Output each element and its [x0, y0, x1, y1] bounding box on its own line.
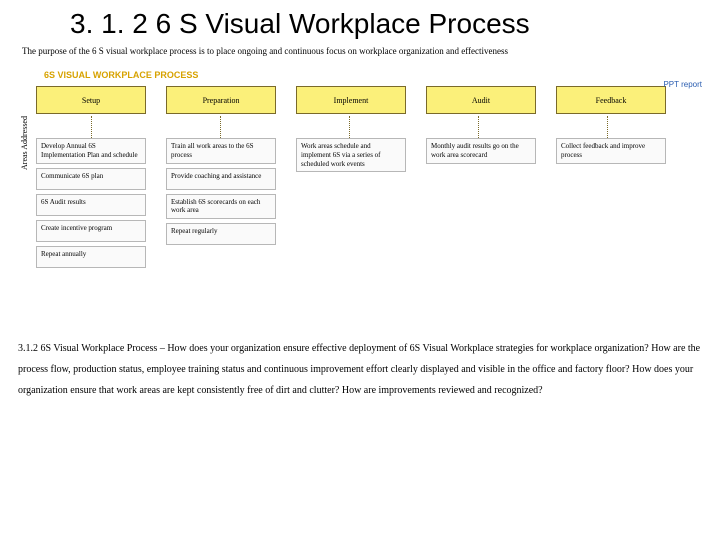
ppt-report-label: PPT report: [663, 80, 702, 89]
col-preparation: Train all work areas to the 6S process P…: [166, 138, 276, 268]
col-audit: Monthly audit results go on the work are…: [426, 138, 536, 268]
stage-row: Setup Preparation Implement Audit Feedba…: [36, 86, 696, 114]
col-feedback: Collect feedback and improve process: [556, 138, 666, 268]
col-implement: Work areas schedule and implement 6S via…: [296, 138, 406, 268]
task-box: 6S Audit results: [36, 194, 146, 216]
bottom-paragraph: 3.1.2 6S Visual Workplace Process – How …: [14, 338, 706, 401]
stage-implement: Implement: [296, 86, 406, 114]
purpose-text: The purpose of the 6 S visual workplace …: [22, 46, 706, 56]
connector-line: [478, 116, 479, 138]
areas-addressed-label: Areas Addressed: [20, 116, 29, 170]
task-box: Create incentive program: [36, 220, 146, 242]
task-box: Establish 6S scorecards on each work are…: [166, 194, 276, 220]
task-box: Train all work areas to the 6S process: [166, 138, 276, 164]
task-box: Work areas schedule and implement 6S via…: [296, 138, 406, 172]
task-box: Collect feedback and improve process: [556, 138, 666, 164]
col-setup: Develop Annual 6S Implementation Plan an…: [36, 138, 146, 268]
page-title: 3. 1. 2 6 S Visual Workplace Process: [70, 8, 706, 40]
task-box: Communicate 6S plan: [36, 168, 146, 190]
stage-feedback: Feedback: [556, 86, 666, 114]
process-title: 6S VISUAL WORKPLACE PROCESS: [44, 70, 706, 80]
stage-setup: Setup: [36, 86, 146, 114]
slide: 3. 1. 2 6 S Visual Workplace Process The…: [0, 0, 720, 540]
task-box: Monthly audit results go on the work are…: [426, 138, 536, 164]
stage-audit: Audit: [426, 86, 536, 114]
task-box: Develop Annual 6S Implementation Plan an…: [36, 138, 146, 164]
task-box: Repeat regularly: [166, 223, 276, 245]
connector-line: [607, 116, 608, 138]
connector-line: [220, 116, 221, 138]
activities-grid: Develop Annual 6S Implementation Plan an…: [36, 138, 696, 268]
connector-line: [349, 116, 350, 138]
process-chart: PPT report Areas Addressed Setup Prepara…: [36, 86, 696, 268]
task-box: Repeat annually: [36, 246, 146, 268]
connector-line: [91, 116, 92, 138]
connector-row: [91, 116, 696, 138]
stage-preparation: Preparation: [166, 86, 276, 114]
task-box: Provide coaching and assistance: [166, 168, 276, 190]
